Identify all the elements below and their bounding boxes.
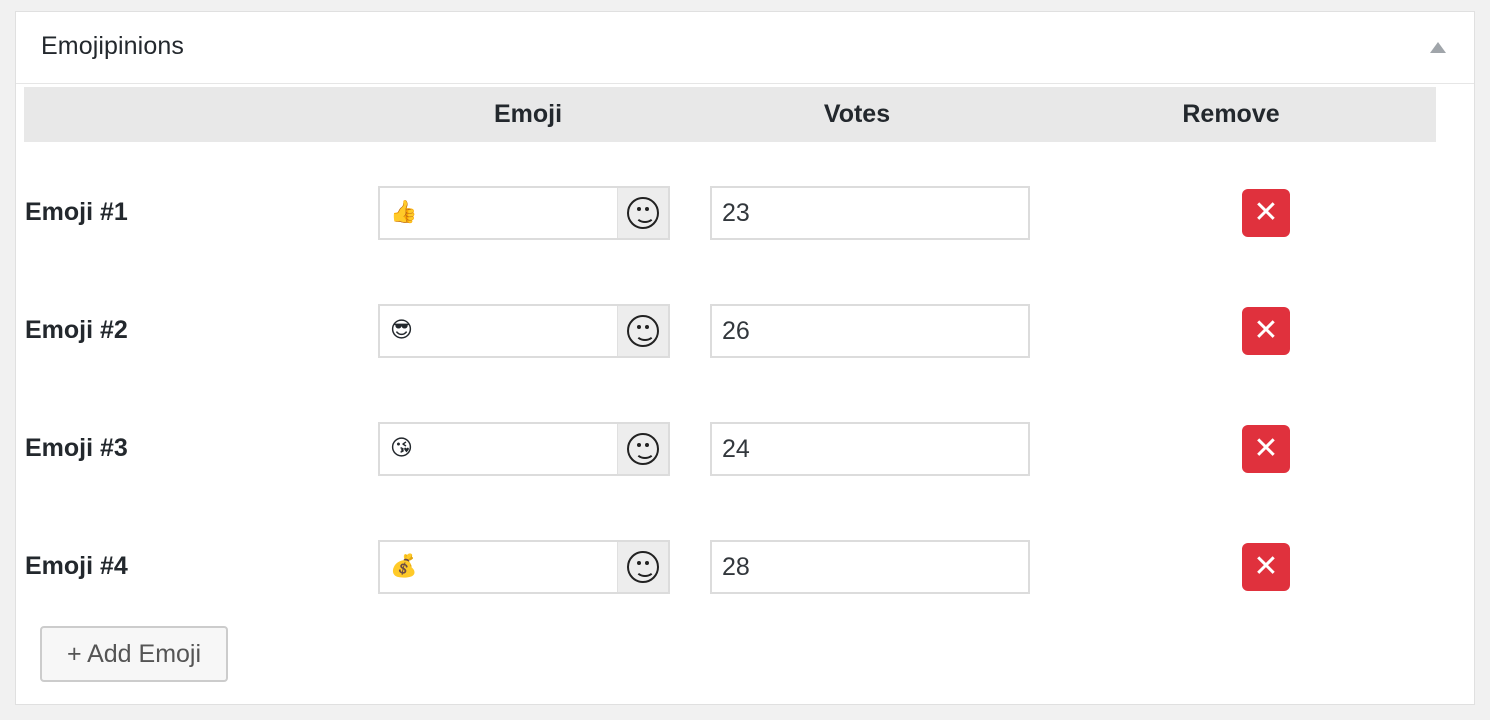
close-x-icon: ✕	[1253, 431, 1279, 466]
emoji-field[interactable]: 👍	[378, 186, 670, 240]
add-emoji-button[interactable]: + Add Emoji	[40, 626, 228, 682]
smiley-face-icon	[627, 433, 659, 465]
emoji-field[interactable]: 💰	[378, 540, 670, 594]
row-label: Emoji #4	[25, 552, 128, 580]
votes-input[interactable]	[710, 186, 1030, 240]
column-header-votes: Votes	[823, 100, 891, 128]
emoji-value: 👍	[390, 200, 418, 225]
smiley-face-icon	[627, 551, 659, 583]
panel-header: Emojipinions	[16, 12, 1474, 84]
remove-button[interactable]: ✕	[1242, 307, 1290, 355]
emoji-picker-button[interactable]	[617, 542, 668, 592]
table-row: Emoji #4 💰 ✕	[24, 540, 1436, 594]
emoji-field[interactable]: 😎	[378, 304, 670, 358]
remove-button[interactable]: ✕	[1242, 543, 1290, 591]
smiley-face-icon	[627, 197, 659, 229]
column-header-remove: Remove	[1182, 100, 1280, 128]
votes-input[interactable]	[710, 304, 1030, 358]
close-x-icon: ✕	[1253, 195, 1279, 230]
emoji-value: 😎	[390, 318, 413, 343]
table-row: Emoji #2 😎 ✕	[24, 304, 1436, 358]
votes-input[interactable]	[710, 422, 1030, 476]
row-label: Emoji #1	[25, 198, 128, 226]
emoji-picker-button[interactable]	[617, 424, 668, 474]
remove-button[interactable]: ✕	[1242, 189, 1290, 237]
emoji-value: 💰	[390, 554, 418, 579]
table-row: Emoji #3 😘 ✕	[24, 422, 1436, 476]
emoji-value: 😘	[390, 436, 413, 461]
emoji-picker-button[interactable]	[617, 306, 668, 356]
votes-input[interactable]	[710, 540, 1030, 594]
column-header-emoji: Emoji	[493, 100, 563, 128]
emoji-field[interactable]: 😘	[378, 422, 670, 476]
row-label: Emoji #2	[25, 316, 128, 344]
smiley-face-icon	[627, 315, 659, 347]
panel-title: Emojipinions	[41, 32, 184, 60]
row-label: Emoji #3	[25, 434, 128, 462]
remove-button[interactable]: ✕	[1242, 425, 1290, 473]
collapse-toggle-icon[interactable]	[1430, 42, 1446, 53]
table-row: Emoji #1 👍 ✕	[24, 186, 1436, 240]
emoji-picker-button[interactable]	[617, 188, 668, 238]
close-x-icon: ✕	[1253, 549, 1279, 584]
close-x-icon: ✕	[1253, 313, 1279, 348]
table-header: Emoji Votes Remove	[24, 87, 1436, 142]
